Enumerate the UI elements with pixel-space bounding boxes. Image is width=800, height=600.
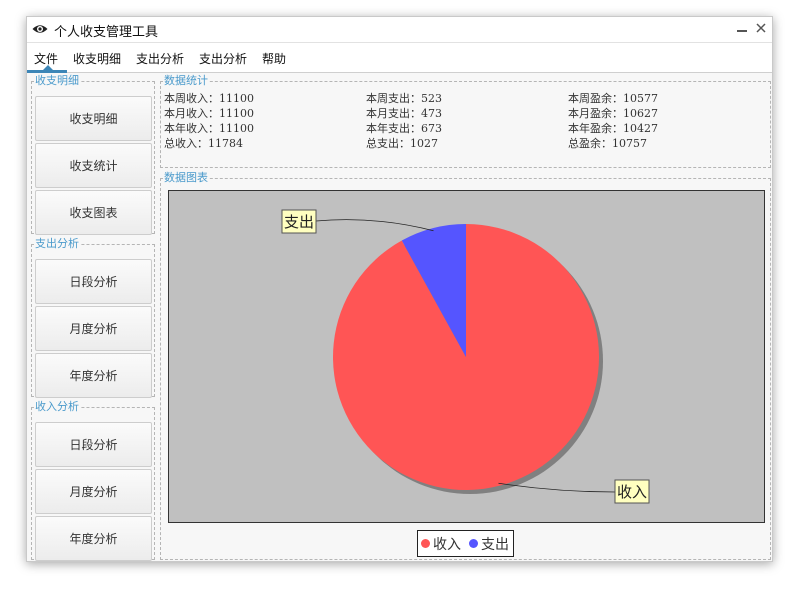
- stat-month-surplus: 本月盈余：10627: [568, 107, 658, 120]
- menu-expense-analysis-2[interactable]: 支出分析: [199, 50, 247, 67]
- sidebar-group-detail: 收支明细 收支明细 收支统计 收支图表: [31, 74, 155, 235]
- legend-income-dot: [421, 539, 430, 548]
- legend-expense-label: 支出: [481, 537, 509, 553]
- sidebar-group-title: 收支明细: [35, 74, 79, 87]
- stat-year-surplus: 本年盈余：10427: [568, 122, 658, 135]
- stat-month-expense: 本月支出：473: [366, 107, 442, 120]
- stat-year-income: 本年收入：11100: [164, 122, 254, 135]
- stat-total-income: 总收入：11784: [164, 137, 243, 150]
- stat-year-expense: 本年支出：673: [366, 122, 442, 135]
- pie-label-expense: 支出: [284, 213, 314, 231]
- chart-panel-title: 数据图表: [164, 171, 208, 184]
- active-menu-underline: [27, 70, 67, 73]
- eye-icon: [32, 25, 48, 33]
- legend-income-label: 收入: [433, 537, 461, 553]
- menu-expense-analysis[interactable]: 支出分析: [136, 50, 184, 67]
- pie-label-income: 收入: [617, 483, 647, 501]
- pie-slices: [333, 224, 599, 490]
- legend-expense-dot: [469, 539, 478, 548]
- stat-total-expense: 总支出：1027: [366, 137, 438, 150]
- nav-income-monthly-button[interactable]: 月度分析: [35, 469, 152, 514]
- stats-panel: 数据统计 本周收入：11100 本周支出：523 本周盈余：10577 本月收入…: [160, 75, 771, 168]
- sidebar-group-title: 收入分析: [35, 400, 79, 413]
- stat-week-expense: 本周支出：523: [366, 92, 442, 105]
- menu-bar: 文件 收支明细 支出分析 支出分析 帮助: [27, 43, 772, 73]
- menu-help[interactable]: 帮助: [262, 50, 286, 67]
- stat-month-income: 本月收入：11100: [164, 107, 254, 120]
- nav-income-daily-button[interactable]: 日段分析: [35, 422, 152, 467]
- close-button[interactable]: [753, 19, 769, 39]
- sidebar-group-expense: 支出分析 日段分析 月度分析 年度分析: [31, 237, 155, 398]
- chart-legend: 收入 支出: [417, 530, 514, 557]
- stat-week-income: 本周收入：11100: [164, 92, 254, 105]
- nav-expense-monthly-button[interactable]: 月度分析: [35, 306, 152, 351]
- menu-income-detail[interactable]: 收支明细: [73, 50, 121, 67]
- nav-expense-yearly-button[interactable]: 年度分析: [35, 353, 152, 398]
- pie-leader-line: [315, 219, 434, 232]
- title-bar: 个人收支管理工具: [27, 17, 772, 43]
- nav-income-detail-button[interactable]: 收支明细: [35, 96, 152, 141]
- app-window: 个人收支管理工具 文件 收支明细 支出分析 支出分析 帮助 收支明细 收支明细 …: [26, 16, 773, 562]
- window-title: 个人收支管理工具: [54, 25, 159, 40]
- stats-panel-title: 数据统计: [164, 74, 208, 87]
- pie-chart: 收入 支出: [281, 209, 650, 504]
- sidebar-group-title: 支出分析: [35, 237, 79, 250]
- minimize-icon: [737, 30, 747, 32]
- nav-income-yearly-button[interactable]: 年度分析: [35, 516, 152, 561]
- stat-week-surplus: 本周盈余：10577: [568, 92, 658, 105]
- nav-income-chart-button[interactable]: 收支图表: [35, 190, 152, 235]
- nav-expense-daily-button[interactable]: 日段分析: [35, 259, 152, 304]
- chart-plot-area: 收入 支出: [168, 190, 765, 523]
- close-icon: [756, 23, 766, 33]
- minimize-button[interactable]: [734, 19, 750, 39]
- stat-total-surplus: 总盈余：10757: [568, 137, 647, 150]
- sidebar-group-income: 收入分析 日段分析 月度分析 年度分析: [31, 400, 155, 561]
- nav-income-stats-button[interactable]: 收支统计: [35, 143, 152, 188]
